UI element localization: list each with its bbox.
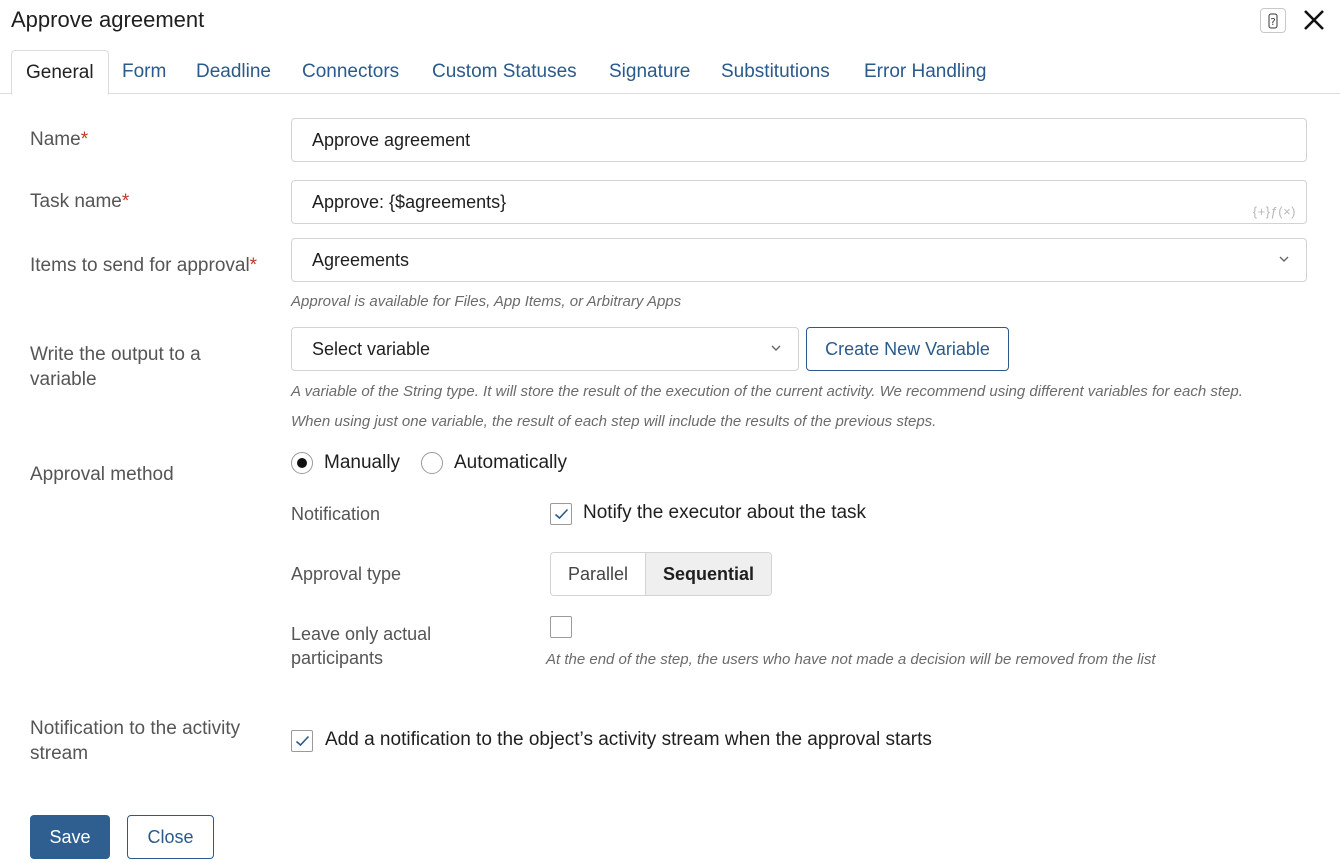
notify-executor-checkbox[interactable] (550, 503, 572, 525)
tab-deadline[interactable]: Deadline (196, 50, 271, 94)
radio-automatically-label[interactable]: Automatically (454, 452, 567, 474)
tab-error-handling[interactable]: Error Handling (864, 50, 987, 94)
checkmark-icon (554, 508, 569, 520)
name-label: Name* (30, 129, 89, 150)
approval-type-toggle: Parallel Sequential (550, 552, 773, 596)
radio-automatically[interactable] (421, 452, 443, 474)
task-name-input[interactable]: Approve: {$agreements} {+}ƒ(×) (291, 180, 1307, 224)
notify-executor-label[interactable]: Notify the executor about the task (583, 502, 866, 524)
approval-type-sequential[interactable]: Sequential (645, 553, 772, 595)
output-hint-line2: When using just one variable, the result… (291, 413, 937, 430)
tab-signature[interactable]: Signature (609, 50, 690, 94)
tab-substitutions[interactable]: Substitutions (721, 50, 830, 94)
tab-general[interactable]: General (11, 50, 109, 95)
dialog-title: Approve agreement (11, 7, 205, 32)
items-hint: Approval is available for Files, App Ite… (291, 293, 682, 310)
variable-select[interactable]: Select variable (291, 327, 799, 371)
items-label: Items to send for approval* (30, 255, 258, 276)
output-label: Write the output to a variable (30, 344, 201, 390)
insert-variable-icon[interactable]: {+}ƒ(×) (1253, 191, 1296, 233)
radio-manually[interactable] (291, 452, 313, 474)
name-input[interactable]: Approve agreement (291, 118, 1307, 162)
chevron-down-icon (1279, 256, 1289, 262)
approval-method-label: Approval method (30, 464, 174, 485)
notification-label: Notification (291, 504, 381, 524)
items-select-value: Agreements (312, 250, 410, 270)
leave-actual-label: Leave only actual participants (291, 624, 432, 668)
activity-stream-checkbox[interactable] (291, 730, 313, 752)
chevron-down-icon (771, 345, 781, 351)
output-hint-line1: A variable of the String type. It will s… (291, 383, 1243, 400)
radio-manually-label[interactable]: Manually (324, 452, 400, 474)
create-variable-button[interactable]: Create New Variable (806, 327, 1009, 371)
tab-custom-statuses[interactable]: Custom Statuses (432, 50, 577, 94)
question-icon: ? (1268, 13, 1278, 28)
tab-form[interactable]: Form (122, 50, 166, 94)
svg-text:?: ? (1270, 17, 1275, 28)
task-name-label: Task name* (30, 191, 130, 212)
activity-stream-checkbox-label[interactable]: Add a notification to the object’s activ… (325, 729, 932, 751)
tab-connectors[interactable]: Connectors (302, 50, 399, 94)
save-button[interactable]: Save (30, 815, 110, 859)
approval-type-parallel[interactable]: Parallel (551, 553, 646, 595)
approval-type-label: Approval type (291, 564, 402, 584)
items-select[interactable]: Agreements (291, 238, 1307, 282)
task-name-value: Approve: {$agreements} (312, 192, 507, 212)
leave-actual-checkbox[interactable] (550, 616, 572, 638)
close-icon (1304, 10, 1324, 30)
checkmark-icon (295, 735, 310, 747)
leave-actual-hint: At the end of the step, the users who ha… (546, 651, 1156, 668)
close-dialog-button[interactable]: Close (127, 815, 214, 859)
close-button[interactable] (1300, 6, 1328, 34)
activity-stream-label: Notification to the activity stream (30, 718, 241, 764)
variable-select-value: Select variable (312, 339, 431, 359)
tab-bar: General Form Deadline Connectors Custom … (0, 50, 1340, 95)
help-button[interactable]: ? (1260, 8, 1286, 33)
